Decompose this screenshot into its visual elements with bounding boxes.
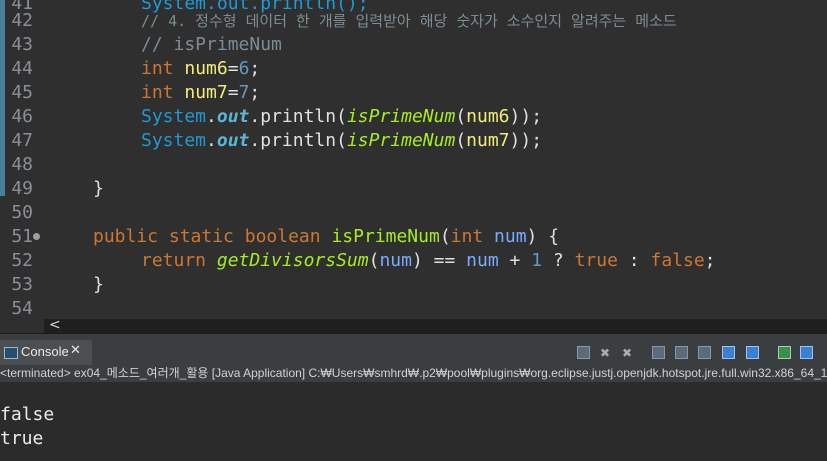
gutter-corner — [0, 319, 44, 333]
code-text: int num7=7; — [141, 82, 261, 103]
console-view-header: Console ✕ ✖ ✖ — [0, 333, 827, 366]
console-icon — [4, 347, 18, 359]
close-icon[interactable]: ✕ — [70, 343, 81, 358]
line-number: 43 — [11, 34, 33, 55]
code-line-51: 51 public static boolean isPrimeNum(int … — [0, 225, 827, 249]
code-line-48: 48 — [0, 153, 827, 177]
console-output-line: false — [0, 404, 55, 425]
code-text: public static boolean isPrimeNum(int num… — [93, 226, 560, 247]
display-selected-icon[interactable] — [722, 346, 735, 359]
code-line-47: 47 System.out.println(isPrimeNum(num7)); — [0, 129, 827, 153]
code-line-53: 53 } — [0, 273, 827, 297]
code-editor[interactable]: 41 System.out.println(); 42 // 4. 정수형 데이… — [0, 0, 827, 319]
word-wrap-icon[interactable] — [675, 346, 688, 359]
pin-console-icon[interactable] — [698, 346, 711, 359]
comment-text: // 4. 정수형 데이터 한 개를 입력받아 해당 숫자가 소수인지 알려주는… — [141, 12, 677, 30]
code-text: System.out.println(isPrimeNum(num7)); — [141, 130, 543, 151]
console-launch-status: <terminated> ex04_메소드_여러개_활용 [Java Appli… — [0, 365, 827, 382]
tab-console[interactable]: Console ✕ — [0, 340, 92, 366]
console-output-line: true — [0, 428, 44, 449]
line-number: 45 — [11, 82, 33, 103]
code-text: } — [93, 274, 104, 295]
code-line-54: 54 — [0, 297, 827, 319]
code-line-45: 45 int num7=7; — [0, 81, 827, 105]
line-number: 52 — [11, 250, 33, 271]
line-number: 51 — [11, 226, 33, 247]
line-number: 53 — [11, 274, 33, 295]
code-line-43: 43 // isPrimeNum — [0, 33, 827, 57]
remove-launch-icon[interactable]: ✖ — [598, 346, 612, 360]
console-output[interactable]: false true — [0, 382, 827, 461]
code-line-50: 50 — [0, 201, 827, 225]
code-line-52: 52 return getDivisorsSum(num) == num + 1… — [0, 249, 827, 273]
remove-all-icon[interactable]: ✖ — [620, 346, 634, 360]
scroll-left-icon[interactable]: < — [49, 317, 61, 333]
code-line-42: 42 // 4. 정수형 데이터 한 개를 입력받아 해당 숫자가 소수인지 알… — [0, 9, 827, 33]
open-console-icon[interactable] — [746, 346, 759, 359]
line-number: 48 — [11, 154, 33, 175]
line-number: 44 — [11, 58, 33, 79]
code-line-46: 46 System.out.println(isPrimeNum(num6)); — [0, 105, 827, 129]
code-line-44: 44 int num6=6; — [0, 57, 827, 81]
view-menu-icon[interactable] — [800, 346, 813, 359]
console-tab-label: Console — [21, 344, 69, 359]
code-text: } — [93, 178, 104, 199]
line-number: 49 — [11, 178, 33, 199]
line-number: 46 — [11, 106, 33, 127]
new-console-icon[interactable] — [778, 346, 791, 359]
line-number: 54 — [11, 298, 33, 319]
scroll-lock-icon[interactable] — [652, 346, 665, 359]
terminate-icon[interactable] — [577, 346, 590, 359]
fold-toggle-icon[interactable] — [33, 233, 40, 240]
line-number: 47 — [11, 130, 33, 151]
code-text: int num6=6; — [141, 58, 261, 79]
code-text: System.out.println(isPrimeNum(num6)); — [141, 106, 543, 127]
horizontal-scrollbar[interactable]: < — [44, 317, 827, 333]
code-line-49: 49 } — [0, 177, 827, 201]
line-number: 42 — [11, 10, 33, 31]
code-text: return getDivisorsSum(num) == num + 1 ? … — [141, 250, 716, 271]
line-number: 50 — [11, 202, 33, 223]
comment-text: // isPrimeNum — [141, 34, 282, 55]
